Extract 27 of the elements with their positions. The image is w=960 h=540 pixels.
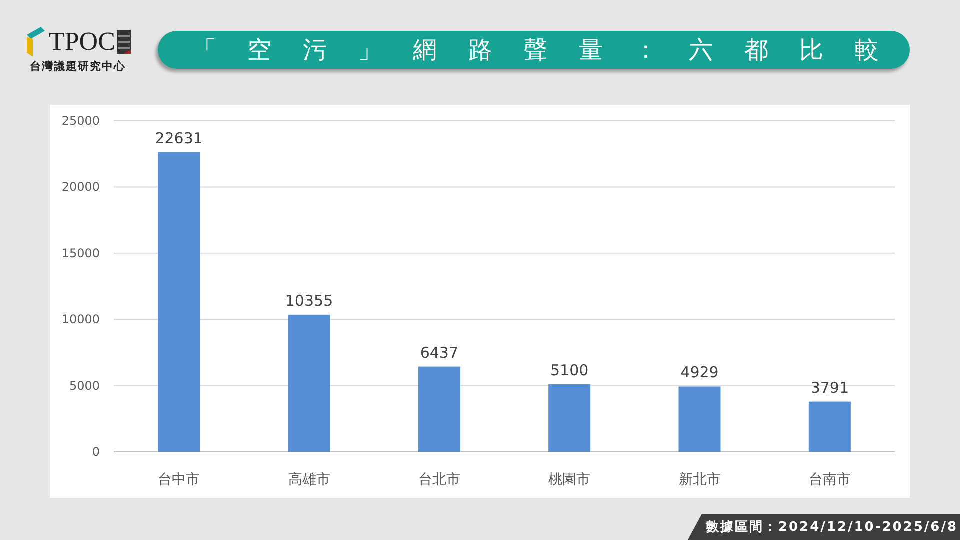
logo-subtitle: 台灣議題研究中心 <box>30 58 126 74</box>
bar <box>808 402 851 452</box>
data-label: 3791 <box>810 378 849 397</box>
x-category-label: 台北市 <box>418 472 460 488</box>
logo-icon <box>24 26 47 56</box>
y-tick-label: 20000 <box>62 180 100 194</box>
slide-title: 「空污」網路聲量：六都比較 <box>158 31 910 69</box>
x-category-label: 新北市 <box>678 472 721 488</box>
bar <box>678 386 721 452</box>
y-tick-label: 25000 <box>62 114 100 128</box>
data-label: 6437 <box>420 344 458 362</box>
logo-text: TPOC <box>48 28 116 54</box>
logo-stripes-icon <box>117 30 132 54</box>
data-label: 10355 <box>285 292 334 310</box>
bar <box>548 384 591 452</box>
y-tick-label: 0 <box>92 445 100 459</box>
x-category-label: 高雄市 <box>288 472 330 488</box>
data-label: 22631 <box>155 129 203 148</box>
y-tick-label: 10000 <box>62 312 100 327</box>
x-category-label: 台中市 <box>158 472 200 488</box>
x-category-label: 桃園市 <box>548 472 591 488</box>
y-tick-label: 15000 <box>62 246 100 260</box>
data-label: 5100 <box>550 361 589 380</box>
date-range-label: 數據區間：2024/12/10-2025/6/8 <box>688 514 960 540</box>
x-category-label: 台南市 <box>808 472 851 488</box>
data-label: 4929 <box>680 364 719 382</box>
y-tick-label: 5000 <box>69 378 100 393</box>
